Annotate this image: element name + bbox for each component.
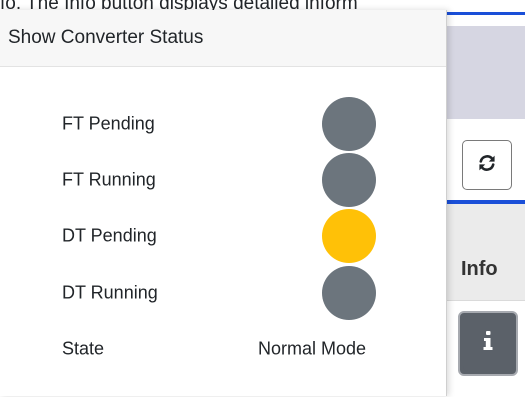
status-label: DT Running <box>62 282 158 303</box>
info-button[interactable] <box>458 311 518 376</box>
state-value: Normal Mode <box>258 338 367 359</box>
info-icon <box>482 331 494 356</box>
state-label: State <box>62 338 105 359</box>
status-row-dt-running: DT Running <box>0 265 440 321</box>
status-label: FT Running <box>62 169 156 190</box>
page-header-band <box>440 26 525 119</box>
converter-status-popover: Show Converter Status FT Pending FT Runn… <box>0 10 447 396</box>
popover-title: Show Converter Status <box>0 10 446 67</box>
status-label: FT Pending <box>62 113 155 134</box>
status-indicator-icon <box>322 266 376 320</box>
status-row-state: State Normal Mode <box>0 321 440 377</box>
status-indicator-icon <box>322 97 376 151</box>
refresh-icon <box>477 153 497 178</box>
status-indicator-icon <box>322 209 376 263</box>
status-label: DT Pending <box>62 225 157 246</box>
status-indicator-icon <box>322 153 376 207</box>
info-column-header: Info <box>461 258 498 280</box>
table-header <box>440 204 525 300</box>
status-row-dt-pending: DT Pending <box>0 208 440 264</box>
status-row-ft-pending: FT Pending <box>0 96 440 152</box>
status-row-ft-running: FT Running <box>0 152 440 208</box>
refresh-button[interactable] <box>462 140 512 190</box>
